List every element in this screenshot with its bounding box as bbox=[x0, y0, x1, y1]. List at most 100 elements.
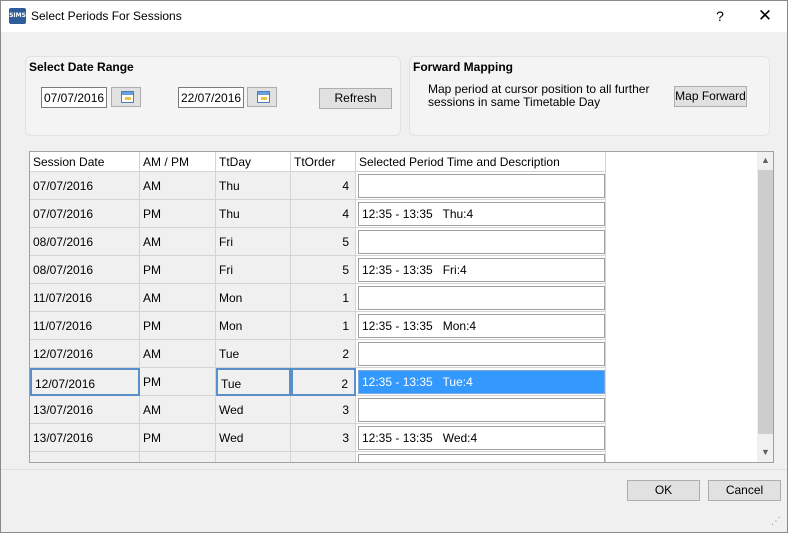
table-row[interactable]: 08/07/2016 AM Fri 5 bbox=[30, 228, 606, 256]
cell-period-selector[interactable]: 12:35 - 13:35 Wed:4 bbox=[356, 424, 606, 452]
refresh-button[interactable]: Refresh bbox=[319, 88, 392, 109]
cell-am-pm[interactable]: AM bbox=[140, 396, 216, 424]
period-dropdown[interactable] bbox=[358, 398, 605, 422]
period-dropdown[interactable] bbox=[358, 230, 605, 254]
period-dropdown[interactable]: 12:35 - 13:35 Tue:4 bbox=[358, 370, 605, 394]
cell-session-date[interactable]: 12/07/2016 bbox=[30, 368, 140, 396]
table-row[interactable]: 11/07/2016 PM Mon 1 12:35 - 13:35 Mon:4 bbox=[30, 312, 606, 340]
cell-ttorder[interactable]: 2 bbox=[291, 368, 356, 396]
table-row[interactable]: 12/07/2016 PM Tue 2 12:35 - 13:35 Tue:4 bbox=[30, 368, 606, 396]
cell-session-date[interactable]: 12/07/2016 bbox=[30, 340, 140, 368]
cell-period-selector[interactable] bbox=[356, 340, 606, 368]
cell-session-date[interactable]: 07/07/2016 bbox=[30, 172, 140, 200]
cell-ttday[interactable]: Tue bbox=[216, 340, 291, 368]
cancel-button[interactable]: Cancel bbox=[708, 480, 781, 501]
cell-ttday[interactable]: Fri bbox=[216, 228, 291, 256]
cell-period-selector[interactable]: 12:35 - 13:35 Fri:4 bbox=[356, 256, 606, 284]
cell-am-pm[interactable]: PM bbox=[140, 424, 216, 452]
end-date-picker-button[interactable] bbox=[247, 87, 277, 107]
cell-session-date[interactable]: 08/07/2016 bbox=[30, 228, 140, 256]
cell-am-pm[interactable]: AM bbox=[140, 284, 216, 312]
col-header-ttorder[interactable]: TtOrder bbox=[291, 152, 356, 172]
col-header-session-date[interactable]: Session Date bbox=[30, 152, 140, 172]
col-header-am-pm[interactable]: AM / PM bbox=[140, 152, 216, 172]
cell-ttorder[interactable]: 5 bbox=[291, 228, 356, 256]
cell-period-selector[interactable] bbox=[356, 228, 606, 256]
cell-ttorder[interactable]: 4 bbox=[291, 172, 356, 200]
scroll-thumb[interactable] bbox=[758, 170, 773, 434]
cell-am-pm[interactable]: PM bbox=[140, 256, 216, 284]
cell-session-date[interactable]: 11/07/2016 bbox=[30, 284, 140, 312]
chevron-down-icon[interactable]: ▼ bbox=[757, 444, 773, 461]
cell-ttorder[interactable]: 3 bbox=[291, 396, 356, 424]
cell-am-pm[interactable]: AM bbox=[140, 340, 216, 368]
cell-period-selector[interactable]: 12:35 - 13:35 Tue:4 bbox=[356, 368, 606, 396]
chevron-up-icon[interactable]: ▲ bbox=[757, 152, 773, 169]
table-row[interactable]: 13/07/2016 PM Wed 3 12:35 - 13:35 Wed:4 bbox=[30, 424, 606, 452]
date-range-title: Select Date Range bbox=[29, 60, 134, 74]
cell-session-date[interactable]: 13/07/2016 bbox=[30, 424, 140, 452]
table-row[interactable]: 07/07/2016 PM Thu 4 12:35 - 13:35 Thu:4 bbox=[30, 200, 606, 228]
map-forward-button[interactable]: Map Forward bbox=[674, 86, 747, 107]
cell-ttday[interactable]: Wed bbox=[216, 396, 291, 424]
cell-am-pm[interactable] bbox=[140, 452, 216, 462]
sessions-grid[interactable]: Session Date AM / PM TtDay TtOrder Selec… bbox=[29, 151, 774, 463]
cell-period-selector[interactable] bbox=[356, 396, 606, 424]
cell-am-pm[interactable]: PM bbox=[140, 200, 216, 228]
period-dropdown[interactable] bbox=[358, 174, 605, 198]
table-row[interactable]: 11/07/2016 AM Mon 1 bbox=[30, 284, 606, 312]
period-dropdown[interactable] bbox=[358, 342, 605, 366]
cell-ttday[interactable]: Tue bbox=[216, 368, 291, 396]
cell-session-date[interactable]: 08/07/2016 bbox=[30, 256, 140, 284]
cell-period-selector[interactable]: 12:35 - 13:35 Mon:4 bbox=[356, 312, 606, 340]
col-header-period[interactable]: Selected Period Time and Description bbox=[356, 152, 606, 172]
cell-ttorder[interactable]: 2 bbox=[291, 340, 356, 368]
start-date-field[interactable] bbox=[41, 87, 107, 108]
cell-period-selector[interactable] bbox=[356, 452, 606, 462]
cell-session-date[interactable]: 07/07/2016 bbox=[30, 200, 140, 228]
cell-am-pm[interactable]: AM bbox=[140, 228, 216, 256]
cell-am-pm[interactable]: AM bbox=[140, 172, 216, 200]
cell-session-date[interactable]: 13/07/2016 bbox=[30, 396, 140, 424]
cell-ttday[interactable] bbox=[216, 452, 291, 462]
cell-period-selector[interactable] bbox=[356, 172, 606, 200]
cell-ttday[interactable]: Thu bbox=[216, 172, 291, 200]
help-button[interactable]: ? bbox=[706, 3, 734, 29]
resize-grip-icon[interactable]: ⋰ bbox=[771, 516, 783, 528]
end-date-field[interactable] bbox=[178, 87, 244, 108]
cell-ttorder[interactable]: 4 bbox=[291, 200, 356, 228]
col-header-ttday[interactable]: TtDay bbox=[216, 152, 291, 172]
dialog-window: SIMS Select Periods For Sessions ? ✕ Sel… bbox=[0, 0, 788, 533]
start-date-picker-button[interactable] bbox=[111, 87, 141, 107]
cell-ttorder[interactable] bbox=[291, 452, 356, 462]
ok-button[interactable]: OK bbox=[627, 480, 700, 501]
cell-ttday[interactable]: Fri bbox=[216, 256, 291, 284]
period-dropdown[interactable]: 12:35 - 13:35 Wed:4 bbox=[358, 426, 605, 450]
cell-am-pm[interactable]: PM bbox=[140, 312, 216, 340]
period-dropdown[interactable] bbox=[358, 454, 605, 462]
table-row[interactable]: 13/07/2016 AM Wed 3 bbox=[30, 396, 606, 424]
cell-ttday[interactable]: Wed bbox=[216, 424, 291, 452]
period-dropdown[interactable]: 12:35 - 13:35 Mon:4 bbox=[358, 314, 605, 338]
close-button[interactable]: ✕ bbox=[747, 3, 783, 29]
period-dropdown[interactable] bbox=[358, 286, 605, 310]
cell-ttorder[interactable]: 3 bbox=[291, 424, 356, 452]
cell-period-selector[interactable]: 12:35 - 13:35 Thu:4 bbox=[356, 200, 606, 228]
cell-session-date[interactable] bbox=[30, 452, 140, 462]
cell-am-pm[interactable]: PM bbox=[140, 368, 216, 396]
cell-ttorder[interactable]: 1 bbox=[291, 284, 356, 312]
table-row[interactable]: 07/07/2016 AM Thu 4 bbox=[30, 172, 606, 200]
table-row[interactable] bbox=[30, 452, 606, 462]
cell-period-selector[interactable] bbox=[356, 284, 606, 312]
table-row[interactable]: 08/07/2016 PM Fri 5 12:35 - 13:35 Fri:4 bbox=[30, 256, 606, 284]
period-dropdown[interactable]: 12:35 - 13:35 Thu:4 bbox=[358, 202, 605, 226]
cell-ttday[interactable]: Mon bbox=[216, 284, 291, 312]
cell-ttday[interactable]: Thu bbox=[216, 200, 291, 228]
vertical-scrollbar[interactable]: ▲ ▼ bbox=[757, 152, 773, 462]
cell-ttorder[interactable]: 1 bbox=[291, 312, 356, 340]
cell-session-date[interactable]: 11/07/2016 bbox=[30, 312, 140, 340]
cell-ttday[interactable]: Mon bbox=[216, 312, 291, 340]
period-dropdown[interactable]: 12:35 - 13:35 Fri:4 bbox=[358, 258, 605, 282]
cell-ttorder[interactable]: 5 bbox=[291, 256, 356, 284]
table-row[interactable]: 12/07/2016 AM Tue 2 bbox=[30, 340, 606, 368]
